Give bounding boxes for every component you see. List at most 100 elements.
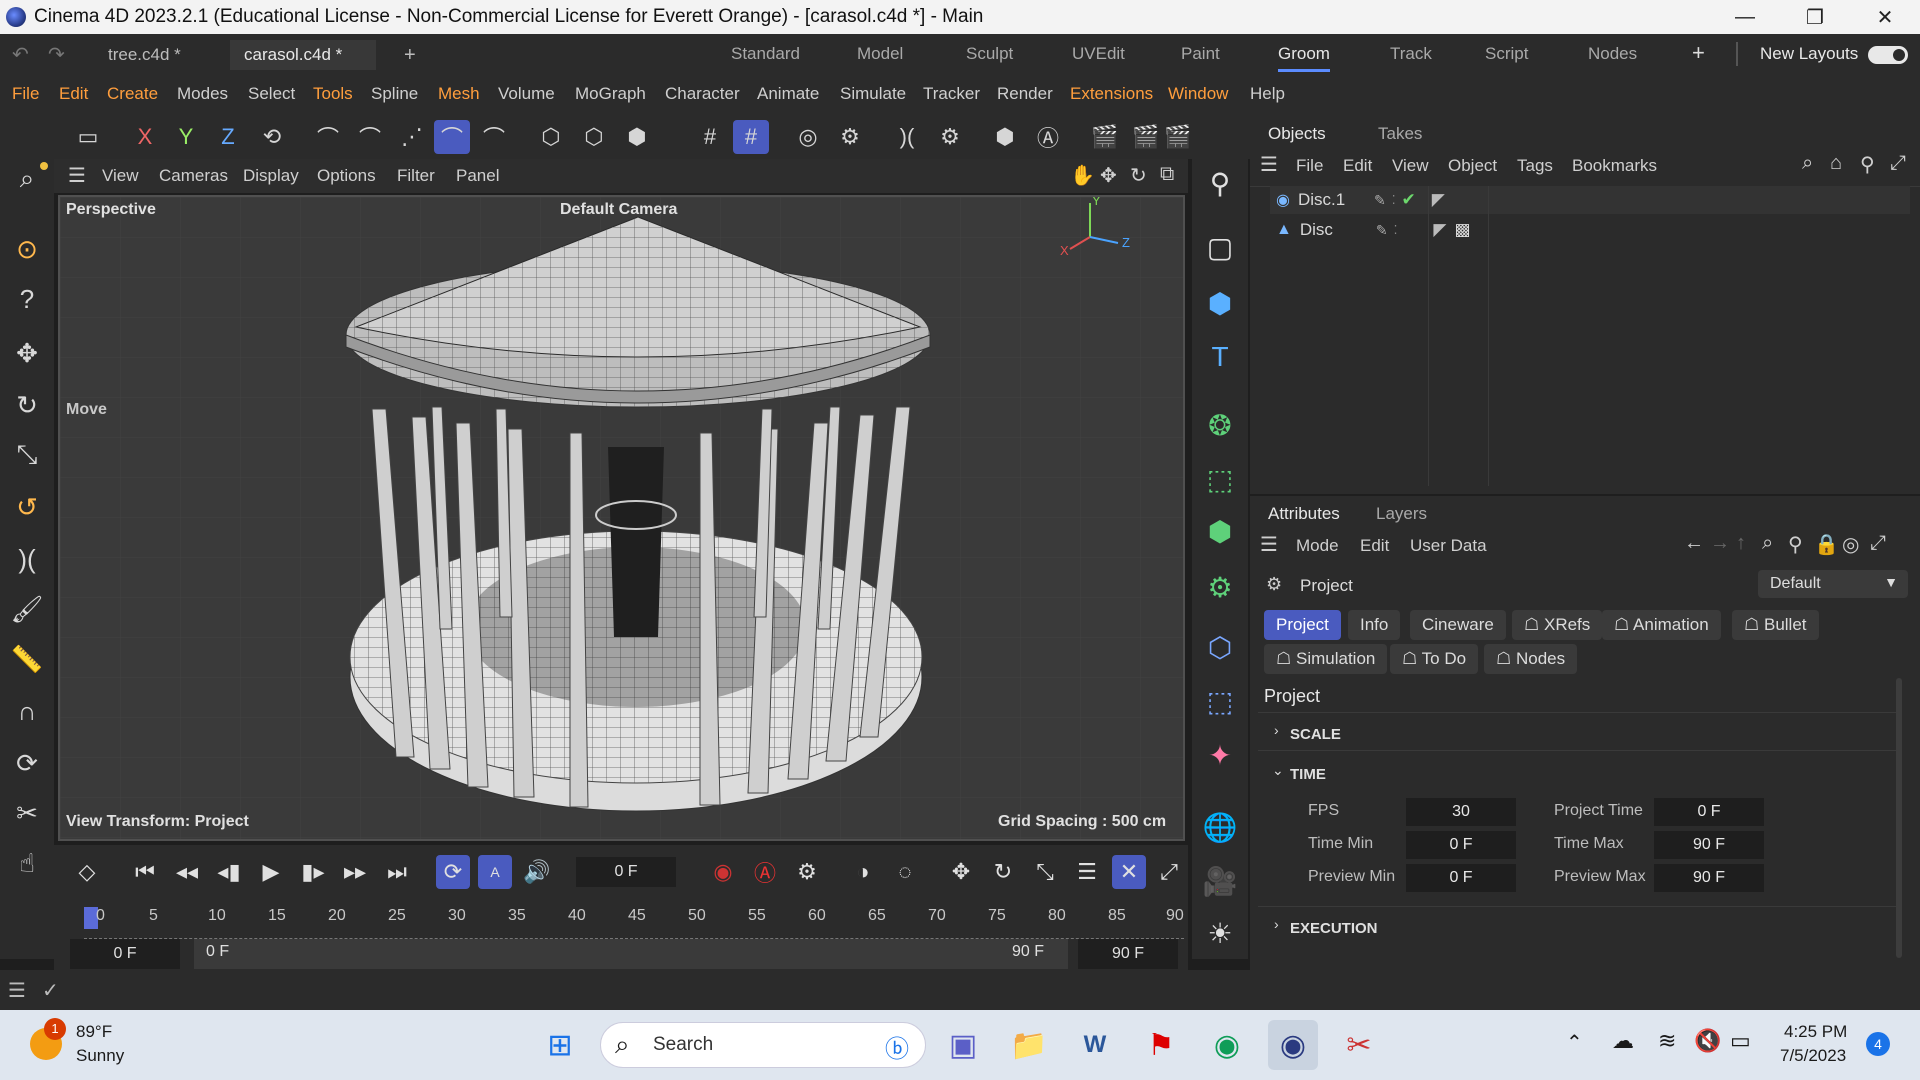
phong-tag-icon[interactable]: ◤ (1433, 220, 1446, 240)
go-to-end-icon[interactable]: ⏭ (380, 855, 414, 889)
tracking-icon[interactable]: ✦ (1200, 735, 1240, 775)
record-icon[interactable]: ◉ (706, 855, 740, 889)
new-layouts-toggle[interactable] (1868, 46, 1908, 64)
text-object-icon[interactable]: T (1200, 337, 1240, 377)
menu-volume[interactable]: Volume (498, 84, 555, 104)
polygon-pen-icon[interactable]: ⬡ (533, 120, 569, 154)
maximize-view-icon[interactable]: ⧉ (1160, 163, 1174, 186)
menu-help[interactable]: Help (1250, 84, 1285, 104)
motion-record-icon[interactable]: ◑ (846, 855, 880, 889)
mograph-fracture-icon[interactable]: ⬢ (1200, 511, 1240, 551)
viewport-hamburger-icon[interactable]: ☰ (68, 163, 86, 188)
enabled-check-icon[interactable]: ✔ (1402, 190, 1416, 210)
attributes-menu-user-data[interactable]: User Data (1410, 536, 1487, 556)
z-axis-lock-button[interactable]: Z (210, 120, 246, 154)
objects-menu-view[interactable]: View (1392, 156, 1429, 176)
spline-bezier-icon[interactable]: ⌒ (476, 120, 512, 154)
tab-layers[interactable]: Layers (1376, 504, 1427, 524)
key-position-icon[interactable]: ✥ (944, 855, 978, 889)
key-pla-icon[interactable]: ✕ (1112, 855, 1146, 889)
menu-spline[interactable]: Spline (371, 84, 418, 104)
attributes-popout-icon[interactable]: ⤢ (1870, 532, 1886, 555)
preview-range-slider[interactable]: 0 F 90 F (194, 939, 1068, 969)
menu-simulate[interactable]: Simulate (840, 84, 906, 104)
sculpt-tool-icon[interactable]: ☝ (7, 843, 47, 883)
snap-enable-icon[interactable]: # (733, 120, 769, 154)
battery-icon[interactable]: ▭ (1730, 1028, 1751, 1054)
mograph-cloner-icon[interactable]: ⬚ (1200, 459, 1240, 499)
group-scale[interactable]: SCALE (1290, 726, 1341, 743)
pan-hand-icon[interactable]: ✋ (1070, 163, 1095, 188)
file-explorer-icon[interactable]: 📁 (1004, 1020, 1054, 1070)
chevron-up-icon[interactable]: ⌃ (1566, 1030, 1583, 1055)
objects-home-icon[interactable]: ⌂ (1830, 152, 1842, 175)
attr-tab-animation[interactable]: ☖ Animation (1602, 610, 1721, 640)
key-rotation-icon[interactable]: ↻ (986, 855, 1020, 889)
effector-icon[interactable]: ⚙ (1200, 567, 1240, 607)
loop-cut-icon[interactable]: ✂ (7, 793, 47, 833)
go-to-start-icon[interactable]: ⏮ (128, 855, 162, 889)
objects-menu-tags[interactable]: Tags (1517, 156, 1553, 176)
scale-tool-icon[interactable]: ⤡ (7, 435, 47, 475)
clock-time[interactable]: 4:25 PM (1784, 1022, 1847, 1042)
layout-script[interactable]: Script (1485, 44, 1528, 64)
spline-pen-icon[interactable]: ⌒ (310, 120, 346, 154)
spline-dots-icon[interactable]: ⋰ (394, 120, 430, 154)
move-view-icon[interactable]: ✥ (1100, 163, 1117, 188)
new-tab-button[interactable]: + (390, 40, 430, 70)
layout-sculpt[interactable]: Sculpt (966, 44, 1013, 64)
tab-attributes[interactable]: Attributes (1268, 504, 1340, 524)
autokey-icon[interactable]: Ⓐ (748, 855, 782, 889)
windows-start-icon[interactable]: ⊞ (535, 1020, 585, 1070)
brush-tool-icon[interactable]: 🖌 (7, 589, 47, 629)
camera-label[interactable]: Default Camera (560, 201, 677, 219)
viewport-menu-display[interactable]: Display (243, 166, 299, 186)
environment-icon[interactable]: 🌐 (1200, 807, 1240, 847)
knife-tool-icon[interactable]: ↺ (7, 487, 47, 527)
maximize-button[interactable]: ❐ (1780, 0, 1850, 34)
volume-muted-icon[interactable]: 🔇 (1694, 1028, 1721, 1054)
close-window-button[interactable]: ✕ (1850, 0, 1920, 34)
viewport-menu-view[interactable]: View (102, 166, 139, 186)
magnet-tool-icon[interactable]: ∩ (7, 691, 47, 731)
notification-badge[interactable]: 4 (1866, 1032, 1890, 1056)
visibility-dots-icon[interactable]: ⁚ (1394, 223, 1398, 237)
tab-takes[interactable]: Takes (1378, 124, 1422, 144)
chrome-icon[interactable]: ◉ (1202, 1020, 1252, 1070)
viewport-menu-cameras[interactable]: Cameras (159, 166, 228, 186)
group-time[interactable]: TIME (1290, 766, 1326, 783)
tab-tree[interactable]: tree.c4d * (94, 40, 195, 70)
layout-uvedit[interactable]: UVEdit (1072, 44, 1125, 64)
render-view-icon[interactable]: 🎬 (1087, 120, 1123, 154)
previous-frame-icon[interactable]: ◂▮ (212, 855, 246, 889)
visibility-dots-icon[interactable]: ⁚ (1392, 193, 1396, 207)
rotate-view-icon[interactable]: ↻ (1130, 163, 1147, 188)
cube-object-icon[interactable]: ⬢ (1200, 283, 1240, 323)
snap-grid-icon[interactable]: # (692, 120, 728, 154)
key-scale-icon[interactable]: ⤡ (1028, 855, 1062, 889)
rotate-tool-icon[interactable]: ↻ (7, 385, 47, 425)
time-min-field[interactable]: 0 F (1406, 831, 1516, 859)
modeling-settings-icon[interactable]: ⚙ (832, 120, 868, 154)
attr-tab-cineware[interactable]: Cineware (1410, 610, 1506, 640)
phong-tag-icon[interactable]: ◤ (1432, 190, 1445, 210)
spline-rect-icon[interactable]: ▢ (1200, 227, 1240, 267)
viewport-menu-options[interactable]: Options (317, 166, 376, 186)
objects-popout-icon[interactable]: ⤢ (1890, 152, 1906, 175)
key-interpolation-icon[interactable]: ◌ (888, 855, 922, 889)
light-object-icon[interactable]: ☀ (1200, 913, 1240, 953)
objects-search-icon[interactable]: ⌕ (1802, 152, 1813, 175)
viewport-menu-panel[interactable]: Panel (456, 166, 499, 186)
objects-menu-object[interactable]: Object (1448, 156, 1497, 176)
word-icon[interactable]: W (1070, 1020, 1120, 1070)
weather-desc[interactable]: Sunny (76, 1046, 124, 1066)
key-more-icon[interactable]: ⤢ (1154, 855, 1184, 889)
attr-tab-todo[interactable]: ☖ To Do (1390, 644, 1479, 674)
project-time-field[interactable]: 0 F (1654, 798, 1764, 826)
menu-mesh[interactable]: Mesh (438, 84, 480, 104)
preview-min-field[interactable]: 0 F (1406, 864, 1516, 892)
menu-render[interactable]: Render (997, 84, 1053, 104)
menu-edit[interactable]: Edit (59, 84, 88, 104)
menu-file[interactable]: File (12, 84, 39, 104)
weather-temp[interactable]: 89°F (76, 1022, 112, 1042)
